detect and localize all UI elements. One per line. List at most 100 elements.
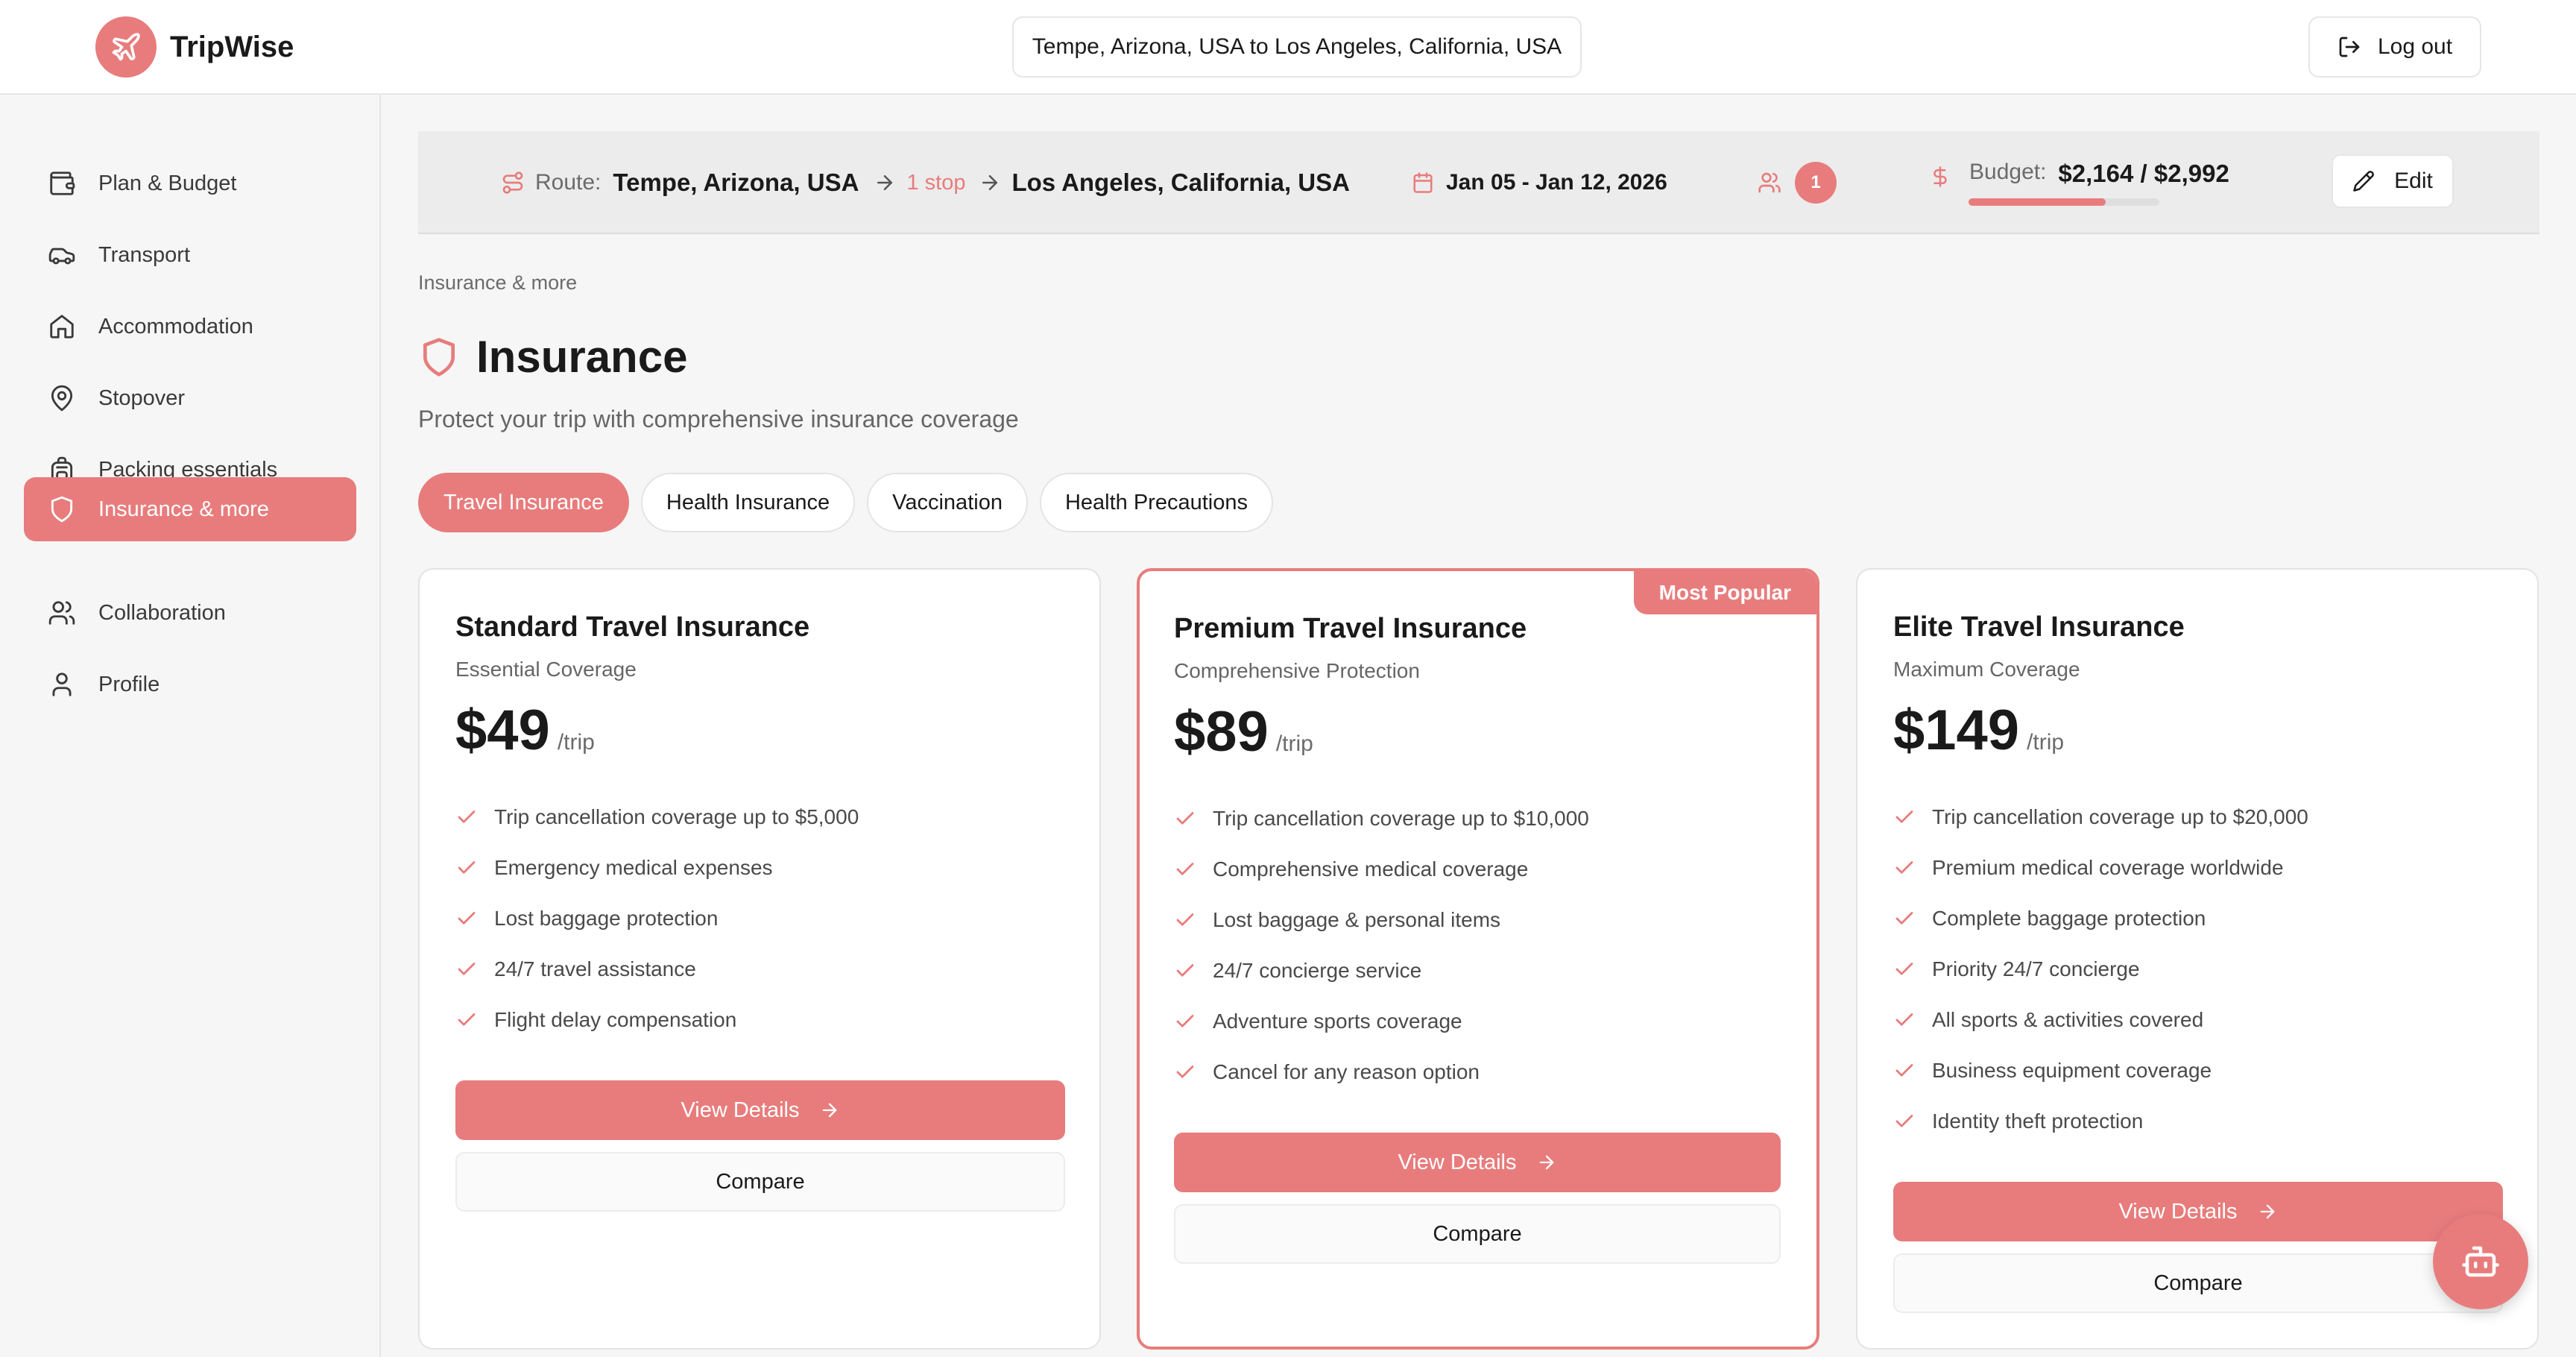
route-summary[interactable]: Tempe, Arizona, USA to Los Angeles, Cali… <box>1012 16 1582 78</box>
assistant-button[interactable] <box>2433 1214 2528 1309</box>
sidebar-item-stopover[interactable]: Stopover <box>24 366 356 430</box>
plan-feature-item: Comprehensive medical coverage <box>1174 844 1785 895</box>
arrow-right-icon <box>979 171 1001 194</box>
trip-summary-bar: Route: Tempe, Arizona, USA 1 stop Los An… <box>418 131 2539 234</box>
plan-feature-text: 24/7 concierge service <box>1213 959 1422 982</box>
app-name: TripWise <box>170 30 294 63</box>
plan-price: $89 /trip <box>1174 699 1313 764</box>
plan-feature-text: Emergency medical expenses <box>494 856 773 879</box>
budget-progress-bar <box>1969 198 2159 206</box>
view-details-label: View Details <box>2118 1199 2238 1224</box>
compare-button[interactable]: Compare <box>1174 1204 1781 1264</box>
plan-price-value: $89 <box>1174 700 1269 763</box>
sidebar-item-label: Profile <box>98 672 160 696</box>
check-icon <box>1893 1110 1916 1133</box>
plan-title: Premium Travel Insurance <box>1174 613 1527 644</box>
tab-vaccination[interactable]: Vaccination <box>867 473 1028 532</box>
check-icon <box>455 857 478 879</box>
plan-feature-item: Trip cancellation coverage up to $10,000 <box>1174 793 1785 844</box>
plan-subtitle: Essential Coverage <box>455 658 637 681</box>
tab-travel-insurance[interactable]: Travel Insurance <box>418 473 629 532</box>
sidebar-item-insurance[interactable]: Insurance & more <box>24 477 356 541</box>
sidebar-item-transport[interactable]: Transport <box>24 223 356 287</box>
view-details-label: View Details <box>681 1098 800 1122</box>
sidebar-item-label: Plan & Budget <box>98 171 237 195</box>
route-stops[interactable]: 1 stop <box>906 171 965 195</box>
plan-feature-text: Lost baggage protection <box>494 907 719 930</box>
trip-dates: Jan 05 - Jan 12, 2026 <box>1412 131 1667 234</box>
check-icon <box>1893 958 1916 980</box>
route-icon <box>501 171 525 195</box>
arrow-right-icon <box>819 1100 840 1121</box>
plan-title: Standard Travel Insurance <box>455 611 810 643</box>
check-icon <box>1174 1061 1196 1083</box>
view-details-button[interactable]: View Details <box>1174 1133 1781 1192</box>
plan-feature-text: Cancel for any reason option <box>1213 1060 1480 1083</box>
sidebar: Plan & Budget Transport Accommodation St… <box>0 95 381 1357</box>
budget-progress-fill <box>1969 198 2106 206</box>
breadcrumb[interactable]: Insurance & more <box>418 271 577 295</box>
logout-button[interactable]: Log out <box>2308 16 2481 78</box>
plan-price-unit: /trip <box>2027 730 2065 755</box>
app-logo[interactable]: TripWise <box>95 16 294 78</box>
view-details-button[interactable]: View Details <box>455 1080 1065 1140</box>
check-icon <box>455 806 478 828</box>
plan-price-value: $149 <box>1893 699 2020 762</box>
plan-price-unit: /trip <box>557 730 595 755</box>
sidebar-item-accommodation[interactable]: Accommodation <box>24 295 356 359</box>
plan-feature-item: Identity theft protection <box>1893 1096 2504 1147</box>
plan-feature-text: Trip cancellation coverage up to $20,000 <box>1932 805 2308 828</box>
logout-label: Log out <box>2377 34 2453 59</box>
plan-title: Elite Travel Insurance <box>1893 611 2185 643</box>
tab-health-precautions[interactable]: Health Precautions <box>1039 473 1273 532</box>
map-pin-icon <box>48 384 76 412</box>
plan-feature-item: Adventure sports coverage <box>1174 996 1785 1047</box>
bot-icon <box>2460 1241 2501 1282</box>
plan-feature-text: Trip cancellation coverage up to $5,000 <box>494 805 859 828</box>
sidebar-item-profile[interactable]: Profile <box>24 652 356 717</box>
check-icon <box>1174 1010 1196 1033</box>
compare-button[interactable]: Compare <box>1893 1253 2503 1313</box>
check-icon <box>1893 1009 1916 1031</box>
plan-feature-text: Premium medical coverage worldwide <box>1932 856 2284 879</box>
view-details-label: View Details <box>1398 1150 1517 1174</box>
page-title: Insurance <box>418 331 687 382</box>
check-icon <box>455 1009 478 1031</box>
plan-subtitle: Comprehensive Protection <box>1174 659 1420 682</box>
wallet-icon <box>48 169 76 198</box>
budget-value: $2,164 / $2,992 <box>2058 160 2229 187</box>
trip-dates-value: Jan 05 - Jan 12, 2026 <box>1446 170 1667 195</box>
shield-icon <box>418 336 460 378</box>
plan-feature-text: Trip cancellation coverage up to $10,000 <box>1213 807 1589 830</box>
plan-feature-item: Emergency medical expenses <box>455 843 1067 893</box>
check-icon <box>1893 857 1916 879</box>
sidebar-item-label: Stopover <box>98 385 186 410</box>
edit-trip-button[interactable]: Edit <box>2332 154 2454 208</box>
plan-card-elite: Elite Travel Insurance Maximum Coverage … <box>1856 568 2539 1350</box>
edit-label: Edit <box>2394 169 2433 193</box>
users-icon <box>48 599 76 627</box>
plan-feature-item: Lost baggage & personal items <box>1174 895 1785 945</box>
page-title-text: Insurance <box>476 332 688 382</box>
plan-price: $49 /trip <box>455 698 595 763</box>
plan-feature-text: Comprehensive medical coverage <box>1213 857 1529 881</box>
top-bar: TripWise Tempe, Arizona, USA to Los Ange… <box>0 0 2576 95</box>
compare-button[interactable]: Compare <box>455 1152 1065 1212</box>
sidebar-item-label: Transport <box>98 242 191 267</box>
plane-icon <box>95 16 157 78</box>
car-icon <box>48 241 76 269</box>
sidebar-item-plan-budget[interactable]: Plan & Budget <box>24 151 356 215</box>
trip-travelers[interactable]: 1 <box>1758 131 1837 234</box>
sidebar-item-collaboration[interactable]: Collaboration <box>24 581 356 645</box>
plan-subtitle: Maximum Coverage <box>1893 658 2080 681</box>
check-icon <box>1893 1060 1916 1082</box>
plan-feature-item: Cancel for any reason option <box>1174 1047 1785 1098</box>
plan-price-value: $49 <box>455 699 550 762</box>
dollar-icon <box>1929 166 1951 188</box>
pencil-icon <box>2352 170 2375 192</box>
shield-icon <box>48 495 76 523</box>
view-details-button[interactable]: View Details <box>1893 1182 2503 1241</box>
tab-health-insurance[interactable]: Health Insurance <box>640 473 856 532</box>
plan-feature-text: Priority 24/7 concierge <box>1932 957 2140 980</box>
check-icon <box>1893 806 1916 828</box>
